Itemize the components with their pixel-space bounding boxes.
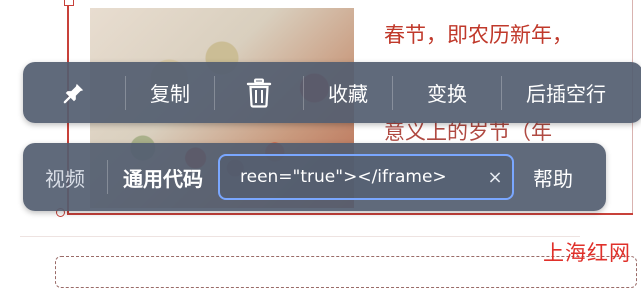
block-toolbar: 复制 收藏 变换 后插空行	[23, 62, 641, 123]
favorite-button[interactable]: 收藏	[304, 62, 392, 123]
convert-button[interactable]: 变换	[393, 62, 501, 123]
tab-generic-code[interactable]: 通用代码	[108, 143, 218, 211]
embed-code-field: ×	[218, 154, 514, 200]
clear-icon[interactable]: ×	[478, 167, 512, 188]
watermark: 上海红网	[543, 241, 631, 265]
pin-button[interactable]	[23, 62, 125, 123]
divider	[20, 236, 580, 237]
pin-icon	[63, 82, 85, 104]
copy-button[interactable]: 复制	[126, 62, 214, 123]
embed-code-input[interactable]	[220, 155, 478, 199]
selection-frame-bottom	[67, 213, 633, 215]
article-area: 春节，即农历新年， 意义上的岁节（年 上海红网	[0, 0, 641, 288]
delete-button[interactable]	[215, 62, 303, 123]
frame-handle-top[interactable]	[64, 0, 74, 6]
article-text-line: 春节，即农历新年，	[384, 23, 573, 47]
trash-icon	[246, 78, 272, 108]
embed-toolbar: 视频 通用代码 × 帮助	[23, 143, 606, 211]
tab-video[interactable]: 视频	[23, 143, 107, 211]
insert-blank-line-after-button[interactable]: 后插空行	[502, 62, 630, 123]
help-button[interactable]: 帮助	[514, 143, 592, 211]
